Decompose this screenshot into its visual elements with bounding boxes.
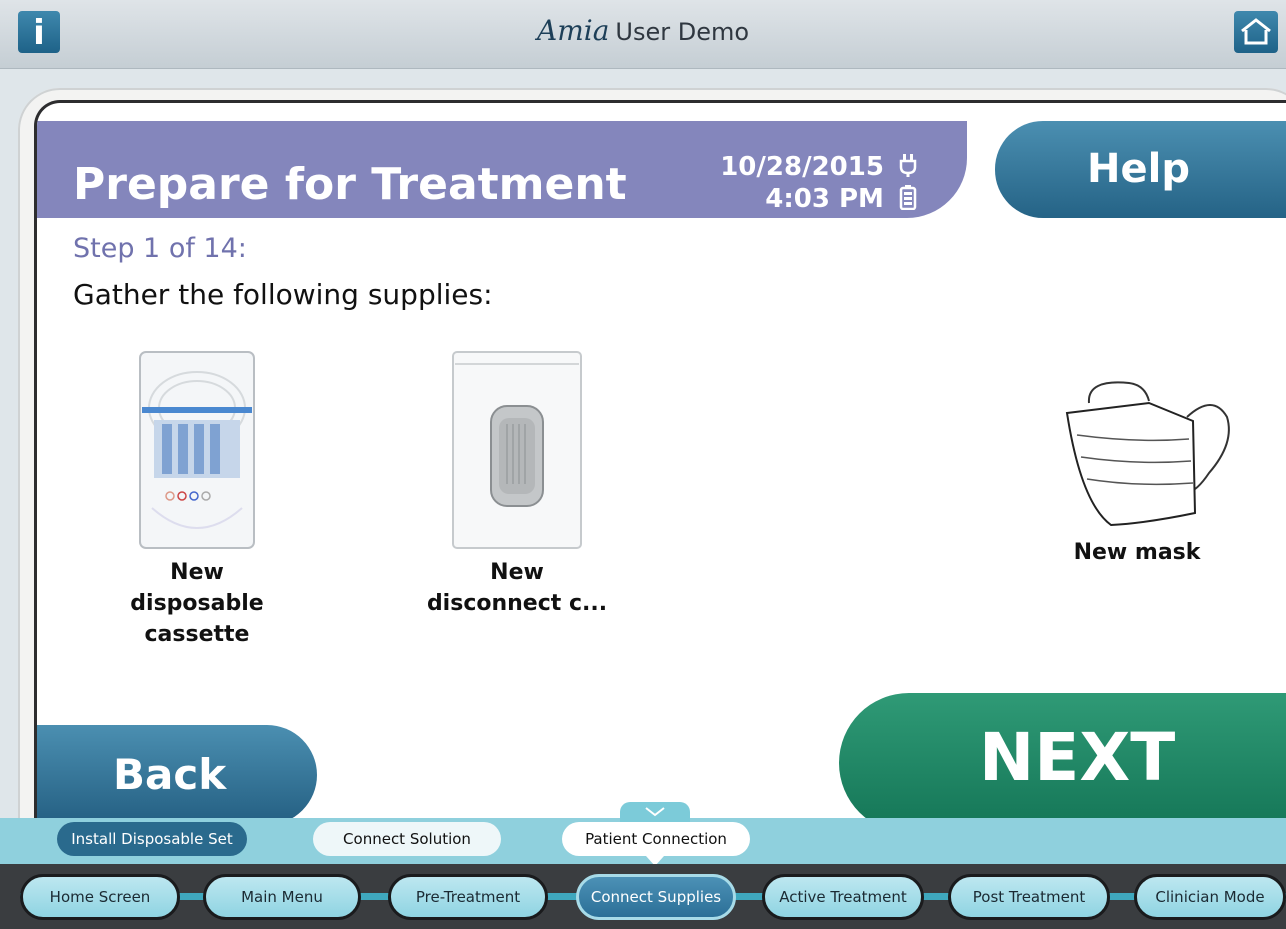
top-bar: i Amia User Demo bbox=[0, 0, 1286, 69]
time-text: 4:03 PM bbox=[765, 184, 884, 214]
nav-clinician-mode[interactable]: Clinician Mode bbox=[1134, 874, 1286, 920]
amia-logo: Amia bbox=[536, 14, 610, 47]
supply-caption: New mask bbox=[1073, 540, 1201, 565]
header-band: Prepare for Treatment 10/28/2015 4:03 PM bbox=[37, 121, 967, 218]
supply-item-mask: New mask bbox=[1037, 373, 1237, 568]
supply-item-cassette: New disposable cassette bbox=[117, 348, 277, 650]
nav-active-treatment[interactable]: Active Treatment bbox=[762, 874, 924, 920]
home-icon bbox=[1241, 18, 1271, 45]
nav-home-screen[interactable]: Home Screen bbox=[20, 874, 180, 920]
mask-image bbox=[1065, 381, 1230, 527]
supply-caption: New disconnect c... bbox=[426, 560, 608, 616]
app-brand: Amia User Demo bbox=[0, 14, 1286, 47]
cassette-image bbox=[139, 351, 255, 549]
nav-post-treatment[interactable]: Post Treatment bbox=[948, 874, 1110, 920]
battery-icon bbox=[899, 185, 917, 210]
substep-connect-solution[interactable]: Connect Solution bbox=[313, 822, 501, 856]
nav-connect-supplies[interactable]: Connect Supplies bbox=[576, 874, 736, 920]
collapse-tab[interactable] bbox=[620, 802, 690, 824]
next-button[interactable]: NEXT bbox=[839, 693, 1286, 833]
substep-install-disposable-set[interactable]: Install Disposable Set bbox=[57, 822, 247, 856]
back-button[interactable]: Back bbox=[37, 725, 317, 825]
help-button[interactable]: Help bbox=[995, 121, 1286, 218]
substep-patient-connection[interactable]: Patient Connection bbox=[562, 822, 750, 856]
chevron-down-icon bbox=[645, 807, 665, 817]
supply-item-disconnect-cap: New disconnect c... bbox=[417, 348, 617, 619]
disconnect-cap-image bbox=[452, 351, 582, 549]
home-button[interactable] bbox=[1234, 11, 1278, 53]
supply-caption: New disposable cassette bbox=[130, 560, 264, 647]
step-label: Step 1 of 14: bbox=[73, 233, 247, 264]
treatment-screen: Prepare for Treatment 10/28/2015 4:03 PM bbox=[34, 100, 1286, 841]
page-title: Prepare for Treatment bbox=[73, 159, 627, 210]
plug-icon bbox=[899, 154, 917, 177]
nav-pre-treatment[interactable]: Pre-Treatment bbox=[388, 874, 548, 920]
nav-main-menu[interactable]: Main Menu bbox=[203, 874, 361, 920]
app-title: User Demo bbox=[615, 18, 750, 46]
instruction-text: Gather the following supplies: bbox=[73, 278, 493, 311]
date-time: 10/28/2015 4:03 PM bbox=[697, 151, 917, 215]
date-text: 10/28/2015 bbox=[720, 152, 884, 182]
